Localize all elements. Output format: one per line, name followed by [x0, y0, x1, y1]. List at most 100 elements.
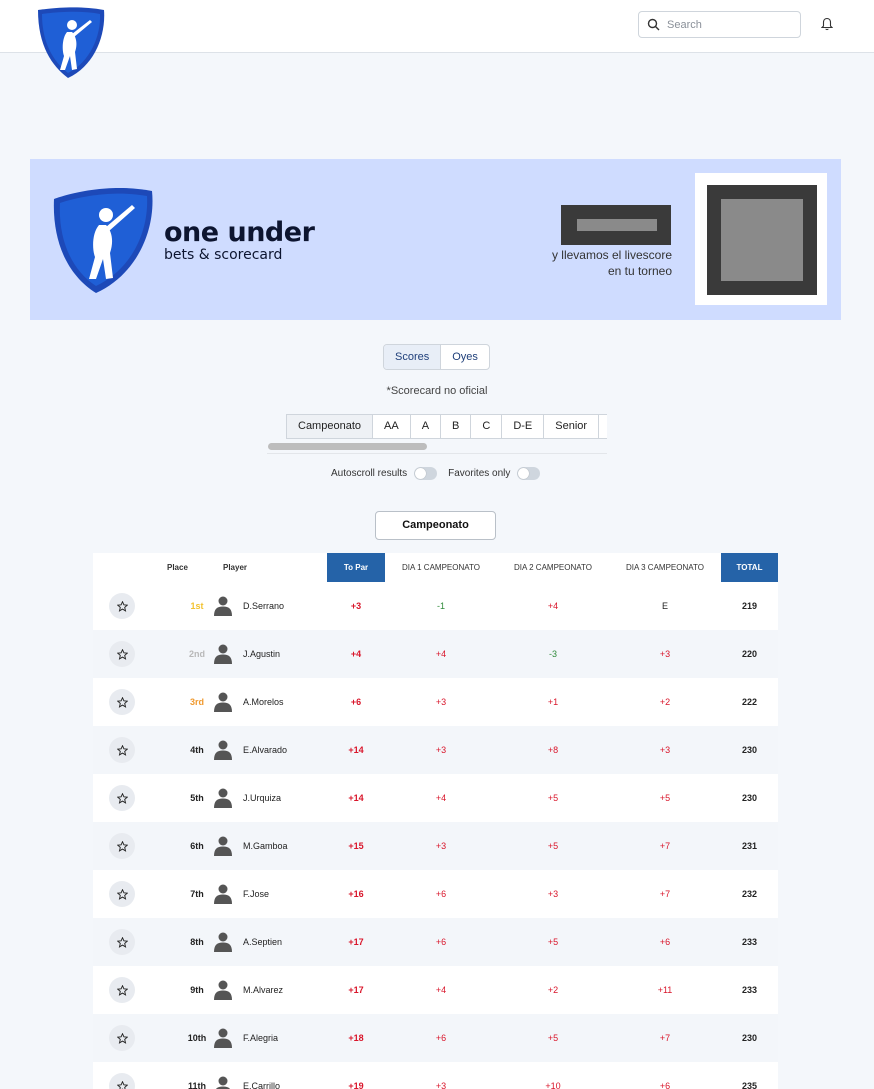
category-tab-overflow[interactable]: [599, 415, 607, 438]
header-day1[interactable]: DIA 1 CAMPEONATO: [385, 553, 497, 582]
day2-cell: -3: [548, 649, 557, 659]
header-total[interactable]: TOTAL: [721, 553, 778, 582]
header-day2[interactable]: DIA 2 CAMPEONATO: [497, 553, 609, 582]
table-row[interactable]: 8th A.Septien +17 +6 +5 +6 233: [93, 918, 778, 966]
category-tab-c[interactable]: C: [471, 415, 503, 438]
brand-name: one under: [164, 217, 315, 248]
player-cell[interactable]: F.Alegria: [214, 1028, 327, 1048]
tab-scores[interactable]: Scores: [384, 345, 442, 369]
place-cell: 1st: [190, 601, 204, 611]
day1-cell: -1: [436, 601, 445, 611]
favorite-button[interactable]: [109, 833, 135, 859]
day2-cell: +5: [547, 937, 559, 947]
autoscroll-toggle[interactable]: [414, 467, 438, 480]
favorite-button[interactable]: [109, 1025, 135, 1051]
category-tab-campeonato[interactable]: Campeonato: [287, 415, 373, 438]
leaderboard-table: Place Player To Par DIA 1 CAMPEONATO DIA…: [93, 553, 778, 1089]
table-row[interactable]: 4th E.Alvarado +14 +3 +8 +3 230: [93, 726, 778, 774]
day1-cell: +3: [435, 841, 447, 851]
header-place[interactable]: Place: [151, 553, 221, 582]
favorite-cell: [93, 881, 151, 907]
table-row[interactable]: 2nd J.Agustin +4 +4 -3 +3 220: [93, 630, 778, 678]
header-player[interactable]: Player: [221, 553, 327, 582]
table-row[interactable]: 7th F.Jose +16 +6 +3 +7 232: [93, 870, 778, 918]
star-icon: [116, 984, 128, 996]
promo-banner: one under bets & scorecard y llevamos el…: [30, 159, 841, 320]
table-row[interactable]: 6th M.Gamboa +15 +3 +5 +7 231: [93, 822, 778, 870]
favorite-button[interactable]: [109, 929, 135, 955]
place-cell: 8th: [190, 937, 204, 947]
player-cell[interactable]: D.Serrano: [214, 596, 327, 616]
table-row[interactable]: 1st D.Serrano +3 -1 +4 E 219: [93, 582, 778, 630]
category-tab-aa[interactable]: AA: [373, 415, 411, 438]
player-cell[interactable]: A.Septien: [214, 932, 327, 952]
table-row[interactable]: 5th J.Urquiza +14 +4 +5 +5 230: [93, 774, 778, 822]
search-input[interactable]: [667, 18, 797, 31]
player-cell[interactable]: E.Carrillo: [215, 1076, 327, 1089]
category-tab-b[interactable]: B: [441, 415, 472, 438]
person-icon: [214, 692, 232, 712]
to-par-cell: +14: [348, 745, 364, 755]
day2-cell: +5: [547, 1033, 559, 1043]
bell-icon[interactable]: [821, 17, 833, 31]
brand-tagline: bets & scorecard: [164, 247, 283, 263]
place-cell: 11th: [187, 1081, 206, 1089]
day3-cell: +7: [659, 889, 671, 899]
person-icon: [214, 644, 232, 664]
category-tab-senior[interactable]: Senior: [544, 415, 600, 438]
header-day3[interactable]: DIA 3 CAMPEONATO: [609, 553, 721, 582]
total-cell: 233: [741, 937, 758, 947]
category-tab-a[interactable]: A: [411, 415, 442, 438]
favorites-label: Favorites only: [448, 468, 511, 479]
player-cell[interactable]: A.Morelos: [214, 692, 327, 712]
golfer-shield-logo-icon[interactable]: [34, 6, 106, 80]
header-favorite: [93, 553, 151, 582]
player-cell[interactable]: F.Jose: [214, 884, 327, 904]
player-cell[interactable]: J.Urquiza: [214, 788, 327, 808]
search-box[interactable]: [638, 11, 801, 38]
favorite-button[interactable]: [109, 1073, 135, 1089]
person-icon: [214, 788, 232, 808]
table-row[interactable]: 10th F.Alegria +18 +6 +5 +7 230: [93, 1014, 778, 1062]
favorite-button[interactable]: [109, 689, 135, 715]
player-name: J.Agustin: [243, 649, 281, 659]
favorite-button[interactable]: [109, 593, 135, 619]
player-name: F.Alegria: [243, 1033, 279, 1043]
player-cell[interactable]: M.Alvarez: [214, 980, 327, 1000]
golfer-shield-logo-icon: [53, 187, 153, 293]
tab-oyes[interactable]: Oyes: [441, 345, 489, 369]
favorite-cell: [93, 785, 151, 811]
table-row[interactable]: 9th M.Alvarez +17 +4 +2 +11 233: [93, 966, 778, 1014]
person-icon: [214, 1028, 232, 1048]
to-par-cell: +3: [350, 601, 362, 611]
place-cell: 9th: [190, 985, 204, 995]
star-icon: [116, 1080, 128, 1089]
favorite-button[interactable]: [109, 881, 135, 907]
favorite-button[interactable]: [109, 977, 135, 1003]
favorite-cell: [93, 1025, 151, 1051]
table-row[interactable]: 11th E.Carrillo +19 +3 +10 +6 235: [93, 1062, 778, 1089]
person-icon: [214, 884, 232, 904]
selected-category-button[interactable]: Campeonato: [375, 511, 496, 540]
to-par-cell: +16: [348, 889, 364, 899]
star-icon: [116, 888, 128, 900]
table-row[interactable]: 3rd A.Morelos +6 +3 +1 +2 222: [93, 678, 778, 726]
total-cell: 230: [741, 1033, 758, 1043]
player-cell[interactable]: J.Agustin: [214, 644, 327, 664]
horizontal-scrollbar[interactable]: [268, 443, 427, 450]
favorites-toggle[interactable]: [517, 467, 541, 480]
player-cell[interactable]: M.Gamboa: [214, 836, 327, 856]
player-name: A.Septien: [243, 937, 283, 947]
day2-cell: +5: [547, 793, 559, 803]
player-name: M.Alvarez: [243, 985, 284, 995]
category-tab-d-e[interactable]: D-E: [502, 415, 545, 438]
category-tabs-scroller[interactable]: Campeonato AA A B C D-E Senior: [267, 413, 607, 454]
header-to-par[interactable]: To Par: [327, 553, 385, 582]
table-header: Place Player To Par DIA 1 CAMPEONATO DIA…: [93, 553, 778, 582]
favorite-cell: [93, 929, 151, 955]
favorite-button[interactable]: [109, 785, 135, 811]
favorite-button[interactable]: [109, 641, 135, 667]
player-cell[interactable]: E.Alvarado: [214, 740, 327, 760]
favorite-button[interactable]: [109, 737, 135, 763]
day3-cell: +2: [659, 697, 671, 707]
